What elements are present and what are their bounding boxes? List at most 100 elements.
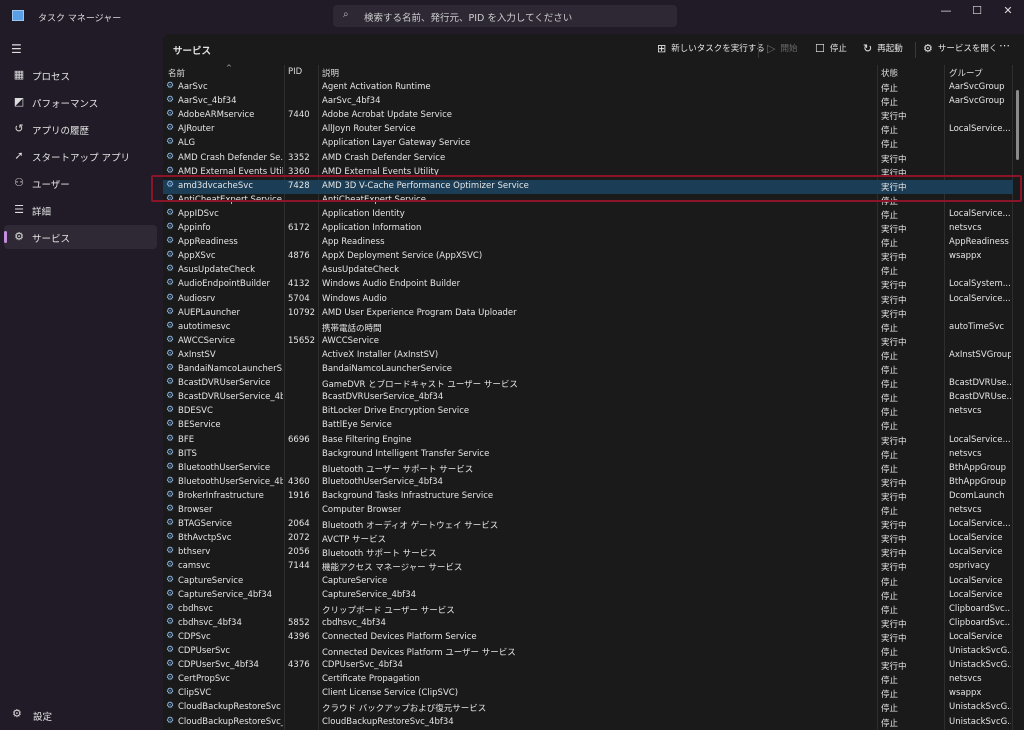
- service-name-cell: ALG: [178, 138, 196, 149]
- start-button[interactable]: ▷ 開始: [767, 42, 797, 55]
- table-row[interactable]: ⚙ BEService BattlEye Service 停止: [163, 419, 1013, 433]
- group-cell: LocalService...: [949, 124, 1011, 135]
- table-row[interactable]: ⚙ CloudBackupRestoreSvc クラウド バックアップおよび復元サー…: [163, 701, 1013, 715]
- column-header-pid[interactable]: PID: [288, 67, 302, 77]
- table-row[interactable]: ⚙ AdobeARMservice 7440 Adobe Acrobat Update…: [163, 109, 1013, 123]
- table-row[interactable]: ⚙ AJRouter AllJoyn Router Service 停止 LocalSe…: [163, 123, 1013, 137]
- sidebar-item-1[interactable]: ◩ パフォーマンス: [4, 90, 157, 114]
- table-row[interactable]: ⚙ CloudBackupRestoreSvc_... CloudBackupRes…: [163, 716, 1013, 730]
- stop-button[interactable]: ☐ 停止: [815, 42, 847, 55]
- table-row[interactable]: ⚙ CDPSvc 4396 Connected Devices Platform Se…: [163, 631, 1013, 645]
- table-row[interactable]: ⚙ AarSvc_4bf34 AarSvc_4bf34 停止 AarSvcGroup: [163, 95, 1013, 109]
- table-row[interactable]: ⚙ AppXSvc 4876 AppX Deployment Service (App…: [163, 250, 1013, 264]
- table-row[interactable]: ⚙ BrokerInfrastructure 1916 Background Task…: [163, 490, 1013, 504]
- table-row[interactable]: ⚙ CDPUserSvc_4bf34 4376 CDPUserSvc_4bf34 実行中…: [163, 659, 1013, 673]
- status-cell: 実行中: [881, 337, 907, 348]
- open-services-button[interactable]: ⚙ サービスを開く: [923, 42, 997, 55]
- more-options-button[interactable]: ⋯: [999, 39, 1010, 52]
- table-row[interactable]: ⚙ BITS Background Intelligent Transfer Ser…: [163, 448, 1013, 462]
- table-row[interactable]: ⚙ AarSvc Agent Activation Runtime 停止 AarSvcG…: [163, 81, 1013, 95]
- status-cell: 実行中: [881, 436, 907, 447]
- sidebar-item-2[interactable]: ↺ アプリの履歴: [4, 117, 157, 141]
- table-row[interactable]: ⚙ AMD Crash Defender Se... 3352 AMD Crash D…: [163, 152, 1013, 166]
- service-name-cell: cbdhsvc: [178, 603, 213, 614]
- table-row[interactable]: ⚙ AxInstSV ActiveX Installer (AxInstSV) 停止 A…: [163, 349, 1013, 363]
- restart-button[interactable]: ↻ 再起動: [863, 42, 903, 55]
- sidebar-item-6[interactable]: ⚙ サービス: [4, 225, 157, 249]
- table-row[interactable]: ⚙ CertPropSvc Certificate Propagation 停止 net…: [163, 673, 1013, 687]
- table-row[interactable]: ⚙ cbdhsvc_4bf34 5852 cbdhsvc_4bf34 実行中 Clipbo…: [163, 617, 1013, 631]
- description-cell: Connected Devices Platform Service: [322, 631, 477, 642]
- table-row[interactable]: ⚙ BcastDVRUserService_4b... BcastDVRUserSe…: [163, 391, 1013, 405]
- table-row[interactable]: ⚙ AppIDSvc Application Identity 停止 LocalServ…: [163, 208, 1013, 222]
- sidebar-item-5[interactable]: ☰ 詳細: [4, 198, 157, 222]
- status-cell: 実行中: [881, 563, 907, 574]
- table-row[interactable]: ⚙ BDESVC BitLocker Drive Encryption Servic…: [163, 405, 1013, 419]
- table-row[interactable]: ⚙ ClipSVC Client License Service (ClipSVC)…: [163, 687, 1013, 701]
- column-header-description[interactable]: 説明: [322, 67, 339, 79]
- sidebar-item-settings[interactable]: 設定: [33, 709, 52, 723]
- table-row[interactable]: ⚙ cbdhsvc クリップボード ユーザー サービス 停止 ClipboardSvc.…: [163, 603, 1013, 617]
- service-gear-icon: ⚙: [166, 250, 175, 261]
- close-button[interactable]: ✕: [998, 4, 1018, 17]
- table-row[interactable]: ⚙ Appinfo 6172 Application Information 実行中 ne…: [163, 222, 1013, 236]
- table-row[interactable]: ⚙ autotimesvc 携帯電話の時間 停止 autoTimeSvc: [163, 321, 1013, 335]
- group-cell: UnistackSvcG...: [949, 646, 1011, 656]
- group-cell: BcastDVRUse...: [949, 378, 1011, 389]
- pid-cell: 4376: [288, 660, 310, 671]
- description-cell: Adobe Acrobat Update Service: [322, 110, 452, 121]
- table-row[interactable]: ⚙ BandaiNamcoLauncherS... BandaiNamcoLaunc…: [163, 363, 1013, 377]
- vertical-scrollbar[interactable]: [1016, 90, 1019, 160]
- table-row[interactable]: ⚙ CaptureService_4bf34 CaptureService_4bf3…: [163, 589, 1013, 603]
- description-cell: Background Tasks Infrastructure Service: [322, 490, 494, 501]
- table-row[interactable]: ⚙ BthAvctpSvc 2072 AVCTP サービス 実行中 LocalServic…: [163, 532, 1013, 546]
- status-cell: 停止: [881, 323, 899, 334]
- hamburger-menu-icon[interactable]: ☰: [11, 42, 22, 56]
- service-gear-icon: ⚙: [166, 701, 175, 712]
- table-row[interactable]: ⚙ BcastDVRUserService GameDVR とブロードキャスト ユー…: [163, 377, 1013, 391]
- service-name-cell: AudioEndpointBuilder: [178, 279, 271, 290]
- table-row[interactable]: ⚙ Audiosrv 5704 Windows Audio 実行中 LocalServic…: [163, 293, 1013, 307]
- description-cell: Background Intelligent Transfer Service: [322, 448, 490, 459]
- gear-icon[interactable]: ⚙: [12, 707, 22, 720]
- column-header-status[interactable]: 状態: [881, 67, 898, 79]
- status-cell: 実行中: [881, 478, 907, 489]
- table-row[interactable]: ⚙ BFE 6696 Base Filtering Engine 実行中 LocalSer…: [163, 434, 1013, 448]
- column-header-group[interactable]: グループ: [949, 67, 983, 79]
- sidebar-item-3[interactable]: ➚ スタートアップ アプリ: [4, 144, 157, 168]
- minimize-button[interactable]: —: [936, 4, 956, 17]
- column-header-name[interactable]: 名前 ^: [168, 64, 232, 79]
- pid-cell: 2072: [288, 533, 310, 544]
- maximize-button[interactable]: ☐: [967, 4, 987, 17]
- pid-cell: 4876: [288, 251, 310, 262]
- group-cell: UnistackSvcG...: [949, 716, 1011, 727]
- status-cell: 実行中: [881, 492, 907, 503]
- service-name-cell: AMD Crash Defender Se...: [178, 152, 283, 163]
- table-row[interactable]: ⚙ AsusUpdateCheck AsusUpdateCheck 停止: [163, 264, 1013, 278]
- search-input[interactable]: ⌕ 検索する名前、発行元、PID を入力してください: [333, 5, 677, 27]
- table-row[interactable]: ⚙ BluetoothUserService Bluetooth ユーザー サポート…: [163, 462, 1013, 476]
- table-row[interactable]: ⚙ AWCCService 15652 AWCCService 実行中: [163, 335, 1013, 349]
- description-cell: クラウド バックアップおよび復元サービス: [322, 704, 487, 715]
- table-row[interactable]: ⚙ AUEPLauncher 10792 AMD User Experience Pr…: [163, 307, 1013, 321]
- sidebar-item-0[interactable]: ▦ プロセス: [4, 63, 157, 87]
- table-row[interactable]: ⚙ bthserv 2056 Bluetooth サポート サービス 実行中 LocalS…: [163, 546, 1013, 560]
- table-row[interactable]: ⚙ camsvc 7144 機能アクセス マネージャー サービス 実行中 osprivac…: [163, 560, 1013, 574]
- table-row[interactable]: ⚙ CDPUserSvc Connected Devices Platform ユー…: [163, 645, 1013, 659]
- service-name-cell: BEService: [178, 420, 221, 431]
- table-row[interactable]: ⚙ Browser Computer Browser 停止 netsvcs: [163, 504, 1013, 518]
- group-cell: LocalService...: [949, 208, 1011, 219]
- sort-ascending-icon: ^: [226, 64, 232, 72]
- table-row[interactable]: ⚙ BluetoothUserService_4b... 4360 Bluetooth…: [163, 476, 1013, 490]
- run-new-task-button[interactable]: ⊞ 新しいタスクを実行する: [657, 42, 765, 55]
- service-gear-icon: ⚙: [166, 363, 175, 373]
- table-row[interactable]: ⚙ ALG Application Layer Gateway Service 停止: [163, 137, 1013, 151]
- table-row[interactable]: ⚙ BTAGService 2064 Bluetooth オーディオ ゲートウェイ サ…: [163, 518, 1013, 532]
- description-cell: AppX Deployment Service (AppXSVC): [322, 251, 483, 262]
- table-row[interactable]: ⚙ AudioEndpointBuilder 4132 Windows Audio E…: [163, 278, 1013, 292]
- service-gear-icon: ⚙: [166, 207, 175, 218]
- sidebar-item-4[interactable]: ⚇ ユーザー: [4, 171, 157, 195]
- service-gear-icon: ⚙: [166, 687, 175, 698]
- table-row[interactable]: ⚙ CaptureService CaptureService 停止 LocalServ…: [163, 575, 1013, 589]
- table-row[interactable]: ⚙ AppReadiness App Readiness 停止 AppReadiness: [163, 236, 1013, 250]
